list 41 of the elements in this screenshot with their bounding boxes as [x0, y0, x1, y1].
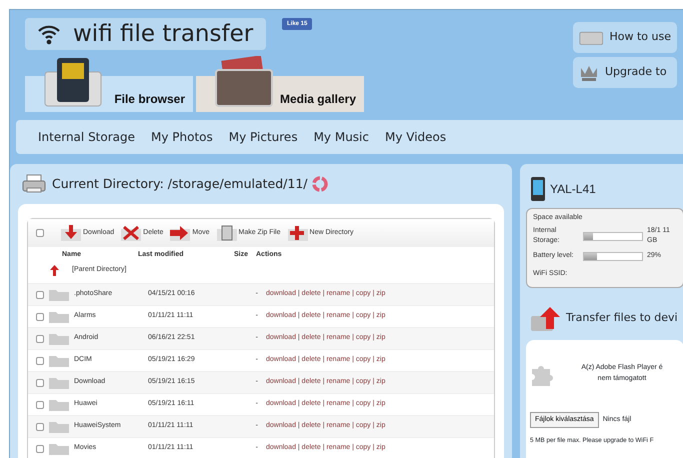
folder-icon: [49, 332, 69, 345]
row-checkbox[interactable]: [36, 334, 44, 342]
wifi-icon: [37, 23, 61, 45]
help-button[interactable]: How to use: [573, 22, 677, 53]
current-directory: Current Directory: /storage/emulated/11/: [52, 174, 308, 193]
up-arrow-icon[interactable]: [50, 264, 59, 276]
row-checkbox[interactable]: [36, 444, 44, 452]
folder-icon: [49, 442, 69, 455]
folder-icon: [49, 420, 69, 433]
row-checkbox[interactable]: [36, 290, 44, 298]
upgrade-button[interactable]: Upgrade to: [573, 57, 677, 88]
phone-icon: [530, 176, 546, 202]
delete-icon: [121, 225, 142, 241]
location-link[interactable]: My Videos: [385, 128, 446, 146]
folder-icon: [49, 310, 69, 323]
upload-folder-icon: [530, 306, 562, 332]
location-link[interactable]: My Photos: [151, 128, 213, 146]
transfer-title: Transfer files to devi: [566, 310, 678, 326]
folder-icon: [49, 354, 69, 367]
folder-icon: [49, 398, 69, 411]
location-link[interactable]: My Music: [314, 128, 369, 146]
location-link[interactable]: My Pictures: [228, 128, 298, 146]
select-all-checkbox[interactable]: [36, 229, 44, 237]
move-icon: [170, 225, 190, 241]
row-checkbox[interactable]: [36, 422, 44, 430]
refresh-icon[interactable]: [312, 176, 328, 192]
folder-icon: [49, 376, 69, 389]
row-checkbox[interactable]: [36, 356, 44, 364]
newdir-icon: [288, 225, 308, 241]
folder-icon: [49, 288, 69, 301]
row-checkbox[interactable]: [36, 400, 44, 408]
row-checkbox[interactable]: [36, 312, 44, 320]
download-icon: [61, 225, 81, 241]
row-checkbox[interactable]: [36, 378, 44, 386]
media-box-icon: [214, 56, 274, 108]
printer-icon: [22, 174, 48, 194]
crown-icon: [579, 64, 599, 82]
location-link[interactable]: Internal Storage: [38, 128, 136, 146]
sd-card-icon: [43, 56, 103, 108]
app-title: wifi file transfer: [73, 20, 254, 49]
device-name: YAL-L41: [550, 181, 596, 198]
